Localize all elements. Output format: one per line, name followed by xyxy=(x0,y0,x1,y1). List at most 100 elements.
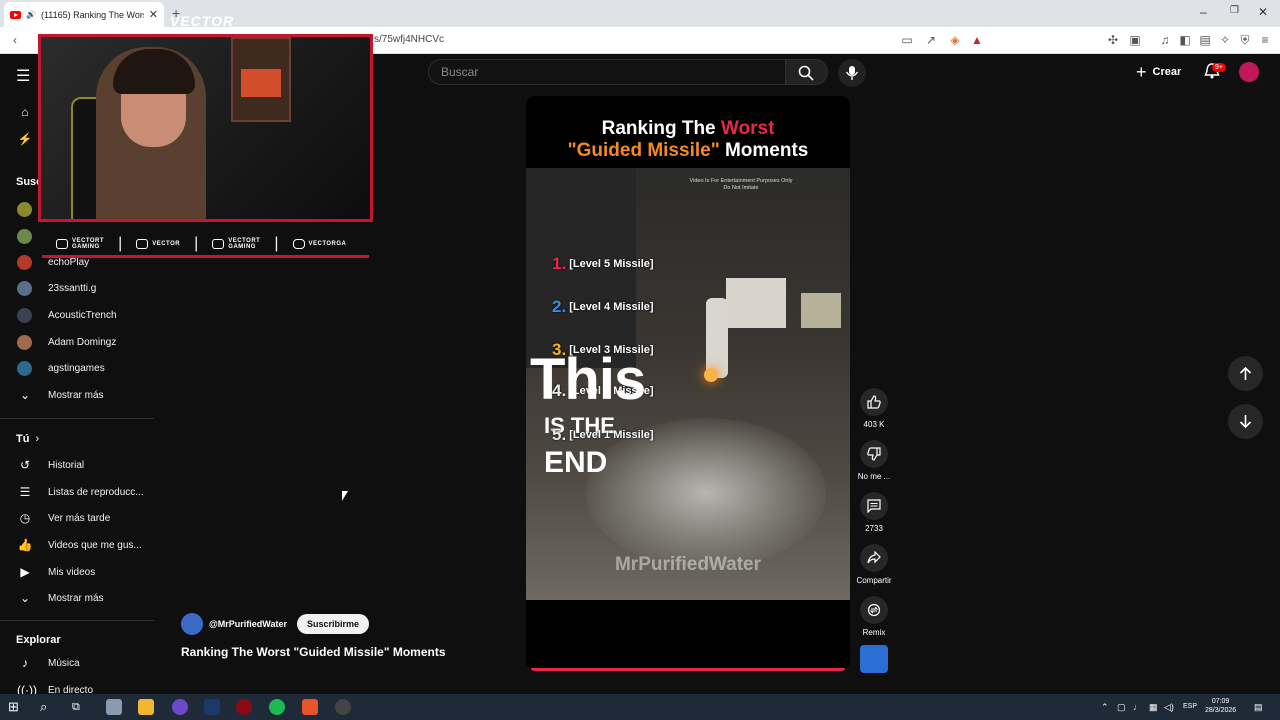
channel-label: echoPlay xyxy=(48,256,90,268)
app-icon[interactable] xyxy=(172,699,188,715)
language-indicator[interactable]: ESP xyxy=(1183,703,1197,710)
video-title[interactable]: Ranking The Worst "Guided Missile" Momen… xyxy=(181,645,446,659)
app-icon[interactable] xyxy=(106,699,122,715)
sidebar-channel-acoustictrench[interactable]: AcousticTrench xyxy=(0,303,150,327)
user-avatar[interactable] xyxy=(1239,62,1259,82)
show-more-subscriptions[interactable]: ⌄ Mostrar más xyxy=(0,383,150,407)
remix-button[interactable] xyxy=(860,596,888,624)
sidebar-item-label: Ver más tarde xyxy=(48,512,111,524)
webcam-overlay xyxy=(38,34,373,222)
sidebar-item-my-videos[interactable]: ▶ Mis videos xyxy=(0,560,150,584)
social-links-bar: VECTORT GAMING | VECTOR | VECTORT GAMING |… xyxy=(42,232,369,258)
comments-button[interactable] xyxy=(860,492,888,520)
rewards-icon[interactable]: ▲ xyxy=(970,33,984,47)
task-view-icon[interactable]: ⧉ xyxy=(72,699,88,715)
microphone-tray-icon[interactable]: ♩ xyxy=(1133,702,1142,712)
search-button[interactable] xyxy=(786,59,828,85)
tray-app-icon[interactable]: ▢ xyxy=(1117,702,1126,713)
ai-icon[interactable]: ✧ xyxy=(1218,33,1232,47)
comments-action[interactable]: 2733 xyxy=(856,492,892,533)
sidebar-item-liked-videos[interactable]: 👍 Videos que me gus... xyxy=(0,533,150,557)
brave-browser-icon[interactable] xyxy=(302,699,318,715)
twitter-icon xyxy=(212,238,225,249)
channel-avatar xyxy=(17,228,32,244)
file-explorer-icon[interactable] xyxy=(138,699,154,715)
close-window-icon[interactable]: ✕ xyxy=(1258,5,1268,19)
youtube-icon xyxy=(56,238,68,249)
app-icon[interactable] xyxy=(335,699,351,715)
share-icon xyxy=(867,551,881,564)
channel-info: @MrPurifiedWater Suscribirme xyxy=(181,613,369,635)
channel-avatar xyxy=(17,201,32,217)
maximize-icon[interactable]: ❐ xyxy=(1230,5,1239,16)
volume-icon[interactable]: ◁) xyxy=(1164,702,1174,713)
level-number: 2. xyxy=(552,297,567,316)
close-tab-icon[interactable]: ✕ xyxy=(149,8,158,21)
vpn-icon[interactable]: ⛨ xyxy=(1238,33,1252,47)
dislike-button[interactable] xyxy=(860,440,888,468)
social-line1: VECTOR xyxy=(152,240,181,247)
back-icon[interactable]: ‹ xyxy=(8,33,22,47)
separator: | xyxy=(118,234,123,252)
channel-handle[interactable]: @MrPurifiedWater xyxy=(209,619,287,629)
app-icon[interactable] xyxy=(236,699,252,715)
wallet-ext-icon[interactable]: ▤ xyxy=(1198,33,1212,47)
brave-shield-icon[interactable]: ◈ xyxy=(948,33,962,47)
explore-heading: Explorar xyxy=(16,634,61,646)
minimize-icon[interactable]: – xyxy=(1200,5,1207,19)
twitch-icon xyxy=(136,238,149,249)
sidebar-toggle-icon[interactable]: ◧ xyxy=(1178,33,1192,47)
subscribe-button[interactable]: Suscribirme xyxy=(296,614,369,634)
dislike-action[interactable]: No me ... xyxy=(856,440,892,481)
extensions-icon[interactable]: ✣ xyxy=(1106,33,1120,47)
screen-icon[interactable]: ▭ xyxy=(900,33,914,47)
shorts-video-player[interactable]: Ranking The Worst "Guided Missile" Momen… xyxy=(526,96,850,671)
share-action[interactable]: Compartir xyxy=(856,544,892,585)
sidebar-item-music[interactable]: ♪ Música xyxy=(0,651,150,675)
remix-icon xyxy=(867,603,881,617)
browser-menu-icon[interactable]: ≡ xyxy=(1258,33,1272,47)
tray-chevron-icon[interactable]: ⌃ xyxy=(1101,702,1109,713)
sidebar-channel-adam-domingz[interactable]: Adam Domingz xyxy=(0,330,150,354)
clock[interactable]: 07:09 28/3/2026 xyxy=(1205,697,1236,715)
sidebar-item-watch-later[interactable]: ◷ Ver más tarde xyxy=(0,506,150,530)
like-action[interactable]: 403 K xyxy=(856,388,892,429)
network-icon[interactable]: ▦ xyxy=(1149,702,1158,713)
sidebar-item-playlists[interactable]: ☰ Listas de reproducc... xyxy=(0,480,150,504)
search-input[interactable]: Buscar xyxy=(428,59,786,85)
spotify-icon[interactable] xyxy=(269,699,285,715)
search-icon[interactable]: ⌕ xyxy=(40,699,56,715)
channel-avatar[interactable] xyxy=(181,613,203,635)
sidebar-item-history[interactable]: ↺ Historial xyxy=(0,453,150,477)
like-count: 403 K xyxy=(863,420,885,429)
you-heading[interactable]: Tú › xyxy=(16,433,39,445)
steam-icon[interactable] xyxy=(204,699,220,715)
create-button[interactable]: + Crear xyxy=(1136,62,1181,82)
windows-taskbar xyxy=(0,694,1280,720)
disclaimer-text: Video Is For Entertainment Purposes Only… xyxy=(666,178,816,192)
level-number: 1. xyxy=(552,254,567,273)
previous-short-button[interactable] xyxy=(1228,356,1263,391)
voice-search-button[interactable] xyxy=(838,59,866,87)
share-page-icon[interactable]: ↗ xyxy=(924,33,938,47)
like-button[interactable] xyxy=(860,388,888,416)
wallet-icon[interactable]: ▣ xyxy=(1128,33,1142,47)
browser-tab[interactable]: 🔊 (11165) Ranking The Worst "Gu ✕ xyxy=(4,2,164,27)
sidebar-channel-agstingames[interactable]: agstingames xyxy=(0,356,150,380)
remix-action[interactable]: Remix xyxy=(856,596,892,637)
windows-start-icon[interactable]: ⊞ xyxy=(8,699,24,715)
social-line2: GAMING xyxy=(72,243,100,250)
share-button[interactable] xyxy=(860,544,888,572)
music-ext-icon[interactable]: ♫ xyxy=(1158,33,1172,47)
audio-source-thumbnail[interactable] xyxy=(860,645,888,673)
url-field[interactable]: s/75wfj4NHCVc xyxy=(374,34,444,45)
show-more-you[interactable]: ⌄ Mostrar más xyxy=(0,586,150,610)
plus-icon: + xyxy=(1136,61,1147,82)
video-progress-bar[interactable] xyxy=(531,668,845,671)
notification-center-icon[interactable]: ▤ xyxy=(1254,702,1263,713)
hamburger-menu-icon[interactable]: ☰ xyxy=(16,66,30,86)
next-short-button[interactable] xyxy=(1228,404,1263,439)
speaker-icon[interactable]: 🔊 xyxy=(26,10,36,19)
overlay-this-text: This xyxy=(530,347,646,412)
sidebar-channel-23ssantti[interactable]: 23ssantti.g xyxy=(0,276,150,300)
